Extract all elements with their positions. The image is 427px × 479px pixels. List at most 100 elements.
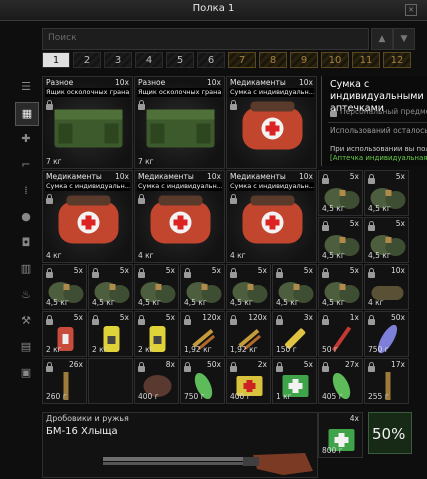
category-sidebar: ☰ ▦ ✚ ⌐ ⁞ ● ◘ ▥ ♨ ⚒ ▤ ▣ [15, 76, 39, 379]
weapon-slot[interactable]: Дробовики и ружья БМ-16 Хлыща [42, 412, 318, 478]
big-item-slot[interactable]: Медикаменты Сумка с индивидуальн... 10x 4 к… [134, 170, 225, 263]
item-slot[interactable]: 5x 4,5 кг [364, 217, 409, 263]
item-slot[interactable]: 50x 750 г [180, 358, 225, 404]
lock-icon [322, 174, 329, 184]
search-input[interactable]: Поиск [42, 28, 369, 50]
ammo-icon[interactable]: ⁞ [15, 180, 37, 202]
item-slot[interactable]: 5x 4,5 кг [42, 264, 87, 310]
big-item-slot[interactable]: Разное Ящик осколочных грана... 10x 7 кг [42, 76, 133, 169]
item-slot[interactable]: 5x 4,5 кг [180, 264, 225, 310]
lock-icon [138, 268, 145, 278]
item-weight: 400 г [138, 392, 159, 401]
item-weight: 1,92 кг [230, 345, 258, 354]
tab-page-1[interactable]: 1 [42, 52, 70, 68]
lock-icon [276, 315, 283, 325]
item-weight: 4 кг [368, 298, 384, 307]
item-slot[interactable]: 26x 260 г [42, 358, 87, 404]
item-name: Ящик осколочных грана... [137, 88, 222, 97]
big-item-slot[interactable]: Медикаменты Сумка с индивидуальн... 10x 4 к… [42, 170, 133, 263]
tab-page-7[interactable]: 7 [228, 52, 256, 68]
container-icon[interactable]: ▣ [15, 362, 37, 384]
list-icon[interactable]: ☰ [15, 76, 37, 98]
item-slot[interactable]: 50x 750 г [364, 311, 409, 357]
window-title: Полка 1 [192, 3, 235, 14]
item-weight: 800 г [322, 446, 343, 455]
item-count: 10x [299, 78, 313, 87]
item-slot[interactable]: 5x 2 кг [134, 311, 179, 357]
tab-page-6[interactable]: 6 [197, 52, 225, 68]
lock-icon [184, 315, 191, 325]
item-slot[interactable]: 1x 50 г [318, 311, 363, 357]
item-slot[interactable] [88, 358, 133, 404]
close-icon[interactable]: ✕ [405, 4, 417, 16]
item-slot[interactable]: 17x 255 г [364, 358, 409, 404]
item-count: 5x [119, 313, 129, 322]
crafting-icon[interactable]: ⚒ [15, 310, 37, 332]
tab-page-12[interactable]: 12 [383, 52, 411, 68]
item-weight: 150 г [276, 345, 297, 354]
camera-icon[interactable]: ◘ [15, 232, 37, 254]
lock-icon [322, 315, 329, 325]
bandage-icon[interactable]: ✚ [15, 128, 37, 150]
item-slot[interactable]: 5x 4,5 кг [88, 264, 133, 310]
progress-indicator: 50% [368, 412, 412, 454]
tab-page-9[interactable]: 9 [290, 52, 318, 68]
item-count: 120x [202, 313, 221, 322]
item-slot[interactable]: 5x 4,5 кг [226, 264, 271, 310]
item-weight: 4,5 кг [368, 251, 391, 260]
lock-icon [230, 362, 237, 372]
arrow-up-icon[interactable]: ▲ [371, 28, 393, 50]
item-weight: 2 кг [138, 345, 154, 354]
item-slot[interactable]: 5x 4,5 кг [318, 217, 363, 263]
item-weight: 4 кг [46, 251, 62, 260]
ammo-box-icon[interactable]: ▥ [15, 258, 37, 280]
item-count: 50x [207, 360, 221, 369]
tab-page-2[interactable]: 2 [73, 52, 101, 68]
item-weight: 260 г [46, 392, 67, 401]
item-slot[interactable]: 5x 2 кг [42, 311, 87, 357]
item-tooltip: Сумка с индивидуальными аптечками Персон… [321, 76, 427, 166]
item-slot[interactable]: 27x 405 г [318, 358, 363, 404]
item-slot[interactable]: 2x 400 г [226, 358, 271, 404]
big-item-slot[interactable]: Разное Ящик осколочных грана... 10x 7 кг [134, 76, 225, 169]
tab-page-4[interactable]: 4 [135, 52, 163, 68]
window-titlebar: Полка 1 ✕ [0, 0, 427, 21]
progress-value: 50% [372, 425, 406, 443]
item-category: Разное [46, 78, 74, 87]
item-slot[interactable]: 4x 800 г [318, 412, 363, 458]
item-count: 5x [303, 266, 313, 275]
tab-page-5[interactable]: 5 [166, 52, 194, 68]
item-slot[interactable]: 5x 1 кг [272, 358, 317, 404]
item-slot[interactable]: 120x 1,92 кг [180, 311, 225, 357]
item-slot[interactable]: 5x 4,5 кг [272, 264, 317, 310]
item-slot[interactable]: 10x 4 кг [364, 264, 409, 310]
item-slot[interactable]: 5x 4,5 кг [318, 264, 363, 310]
item-count: 10x [299, 172, 313, 181]
item-category: Медикаменты [230, 172, 286, 181]
big-item-slot[interactable]: Медикаменты Сумка с индивидуальн... 10x [226, 76, 317, 169]
item-weight: 2 кг [46, 345, 62, 354]
food-icon[interactable]: ♨ [15, 284, 37, 306]
tab-page-8[interactable]: 8 [259, 52, 287, 68]
item-slot[interactable]: 8x 400 г [134, 358, 179, 404]
item-slot[interactable]: 5x 2 кг [88, 311, 133, 357]
item-slot[interactable]: 120x 1,92 кг [226, 311, 271, 357]
big-item-slot[interactable]: Медикаменты Сумка с индивидуальн... 10x 4 к… [226, 170, 317, 263]
tab-page-3[interactable]: 3 [104, 52, 132, 68]
book-icon[interactable]: ▤ [15, 336, 37, 358]
item-slot[interactable]: 3x 150 г [272, 311, 317, 357]
lock-icon [276, 268, 283, 278]
lock-icon [92, 268, 99, 278]
item-slot[interactable]: 5x 4,5 кг [134, 264, 179, 310]
grid-icon[interactable]: ▦ [15, 102, 39, 126]
item-slot[interactable]: 5x 4,5 кг [318, 170, 363, 216]
grenade-icon[interactable]: ● [15, 206, 37, 228]
item-slot[interactable]: 5x 4,5 кг [364, 170, 409, 216]
item-count: 120x [248, 313, 267, 322]
item-weight: 4,5 кг [138, 298, 161, 307]
tab-page-11[interactable]: 11 [352, 52, 380, 68]
lock-icon [368, 174, 375, 184]
arrow-down-icon[interactable]: ▼ [393, 28, 415, 50]
tab-page-10[interactable]: 10 [321, 52, 349, 68]
rifle-icon[interactable]: ⌐ [15, 154, 37, 176]
